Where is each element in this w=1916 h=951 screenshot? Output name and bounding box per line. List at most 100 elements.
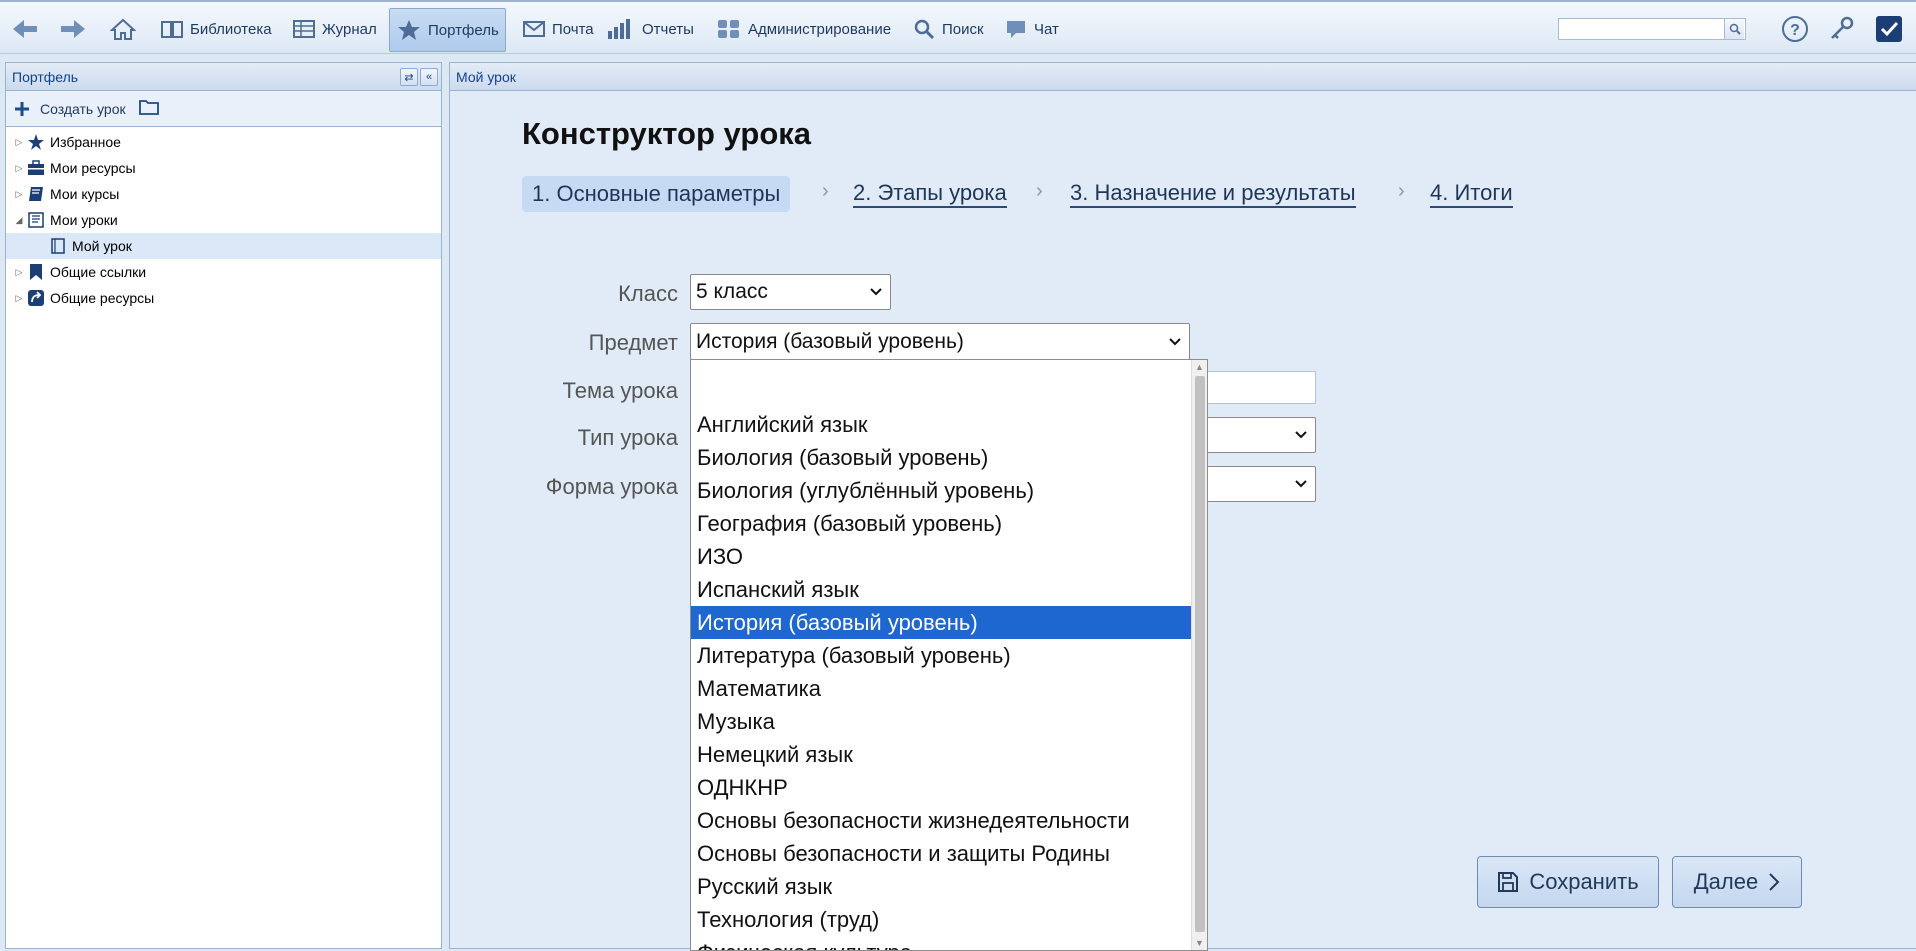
- chat-menu[interactable]: Чат: [1004, 11, 1059, 47]
- expand-icon[interactable]: ▷: [12, 293, 26, 304]
- class-select[interactable]: 5 класс: [690, 274, 891, 310]
- subject-option[interactable]: Русский язык: [691, 870, 1207, 903]
- expand-icon[interactable]: ▷: [12, 163, 26, 174]
- tree-item-my-courses[interactable]: ▷ Мои курсы: [6, 181, 441, 207]
- scroll-down-icon[interactable]: ▼: [1195, 938, 1204, 948]
- dropdown-scrollbar[interactable]: ▲ ▼: [1191, 360, 1207, 950]
- reports-menu[interactable]: Отчеты: [606, 11, 694, 47]
- expand-icon[interactable]: ▷: [12, 189, 26, 200]
- topic-input[interactable]: [1200, 371, 1316, 404]
- tree-item-shared-links[interactable]: ▷ Общие ссылки: [6, 259, 441, 285]
- subject-option[interactable]: Математика: [691, 672, 1207, 705]
- step-basic-params[interactable]: 1. Основные параметры: [522, 176, 791, 212]
- help-button[interactable]: ?: [1781, 11, 1815, 47]
- back-button[interactable]: [10, 11, 46, 47]
- top-toolbar: Библиотека Журнал Портфель Почта Отчеты …: [0, 0, 1916, 54]
- subject-option[interactable]: ОДНКНР: [691, 771, 1207, 804]
- refresh-icon: ⇄: [404, 71, 414, 84]
- collapse-icon[interactable]: ◢: [12, 215, 26, 226]
- expand-icon[interactable]: ▷: [12, 137, 26, 148]
- chevron-down-icon: [1295, 480, 1307, 488]
- form-label: Форма урока: [545, 474, 678, 499]
- key-icon: [1831, 16, 1854, 39]
- expand-icon[interactable]: ▷: [12, 267, 26, 278]
- chevron-right-icon: ›: [1036, 180, 1043, 202]
- subject-option[interactable]: Литература (базовый уровень): [691, 639, 1207, 672]
- subject-dropdown-list[interactable]: Английский язык Биология (базовый уровень…: [690, 359, 1208, 951]
- library-menu[interactable]: Библиотека: [160, 11, 272, 47]
- tree-item-label: Мой урок: [72, 238, 132, 254]
- magnifier-icon: [1729, 23, 1741, 35]
- step-label: 4. Итоги: [1430, 180, 1513, 208]
- subject-option[interactable]: Основы безопасности жизнедеятельности: [691, 804, 1207, 837]
- subject-option[interactable]: Испанский язык: [691, 573, 1207, 606]
- grid-icon: [293, 20, 315, 38]
- subject-option[interactable]: [691, 375, 1207, 408]
- lesson-icon: [26, 210, 46, 230]
- step-label: 2. Этапы урока: [853, 180, 1007, 208]
- chat-label: Чат: [1034, 20, 1059, 38]
- tree-item-shared-resources[interactable]: ▷ Общие ресурсы: [6, 285, 441, 311]
- arrow-right-icon: [61, 20, 85, 38]
- portfolio-panel-title: Портфель: [12, 68, 79, 85]
- mail-label: Почта: [552, 20, 594, 38]
- chevron-down-icon: [1169, 337, 1181, 345]
- refresh-button[interactable]: ⇄: [400, 68, 418, 86]
- folder-icon: [138, 100, 159, 115]
- subject-option[interactable]: Музыка: [691, 705, 1207, 738]
- step-lesson-stages[interactable]: 2. Этапы урока: [853, 176, 1007, 212]
- envelope-icon: [523, 21, 545, 37]
- subject-option[interactable]: История (базовый уровень): [691, 606, 1191, 639]
- svg-text:?: ?: [1790, 22, 1800, 39]
- next-button[interactable]: Далее: [1672, 856, 1802, 908]
- subject-option[interactable]: Технология (труд): [691, 903, 1207, 936]
- scroll-up-icon[interactable]: ▲: [1195, 362, 1204, 372]
- class-label: Класс: [618, 281, 678, 306]
- topic-label: Тема урока: [562, 378, 678, 403]
- tree-item-my-resources[interactable]: ▷ Мои ресурсы: [6, 155, 441, 181]
- key-button[interactable]: [1828, 11, 1862, 47]
- subject-option[interactable]: Физическая культура: [691, 936, 1207, 951]
- subject-option[interactable]: Основы безопасности и защиты Родины: [691, 837, 1207, 870]
- library-label: Библиотека: [190, 20, 272, 38]
- subject-option[interactable]: Биология (базовый уровень): [691, 441, 1207, 474]
- subject-option[interactable]: Биология (углублённый уровень): [691, 474, 1207, 507]
- forward-button[interactable]: [58, 11, 94, 47]
- class-select-value: 5 класс: [696, 280, 768, 303]
- tree-item-label: Мои уроки: [50, 212, 118, 228]
- step-summary[interactable]: 4. Итоги: [1430, 176, 1513, 212]
- step-label: 1. Основные параметры: [532, 181, 781, 206]
- subject-option[interactable]: Английский язык: [691, 408, 1207, 441]
- subject-option[interactable]: География (базовый уровень): [691, 507, 1207, 540]
- arrow-left-icon: [13, 20, 37, 38]
- page-title: Конструктор урока: [522, 116, 812, 151]
- tree-item-favorites[interactable]: ▷ Избранное: [6, 129, 441, 155]
- tree-item-my-lessons[interactable]: ◢ Мои уроки: [6, 207, 441, 233]
- collapse-panel-button[interactable]: «: [420, 68, 438, 86]
- subject-option[interactable]: Немецкий язык: [691, 738, 1207, 771]
- search-menu[interactable]: Поиск: [912, 11, 984, 47]
- admin-menu[interactable]: Администрирование: [716, 11, 891, 47]
- new-folder-button[interactable]: [138, 98, 160, 119]
- journal-menu[interactable]: Журнал: [292, 11, 377, 47]
- portfolio-menu[interactable]: Портфель: [389, 8, 506, 52]
- subject-option[interactable]: ИЗО: [691, 540, 1207, 573]
- home-button[interactable]: [110, 11, 142, 47]
- mail-menu[interactable]: Почта: [522, 11, 594, 47]
- type-select[interactable]: [1200, 417, 1316, 453]
- tasks-button[interactable]: [1874, 11, 1910, 47]
- create-lesson-button[interactable]: Создать урок: [14, 101, 126, 117]
- step-assignment-results[interactable]: 3. Назначение и результаты: [1070, 176, 1356, 212]
- save-button[interactable]: Сохранить: [1477, 856, 1659, 908]
- chevron-right-icon: ›: [1398, 180, 1405, 202]
- scrollbar-thumb[interactable]: [1195, 376, 1205, 932]
- tree-item-my-lesson[interactable]: Мой урок: [6, 233, 441, 259]
- form-select[interactable]: [1200, 466, 1316, 502]
- toolbar-search-button[interactable]: [1724, 19, 1744, 39]
- share-icon: [26, 288, 46, 308]
- toolbar-search-input[interactable]: [1558, 18, 1746, 40]
- tree-item-label: Общие ссылки: [50, 264, 147, 280]
- lesson-panel-header: Мой урок: [450, 63, 1916, 91]
- subject-select[interactable]: История (базовый уровень): [690, 323, 1190, 360]
- next-label: Далее: [1693, 869, 1759, 894]
